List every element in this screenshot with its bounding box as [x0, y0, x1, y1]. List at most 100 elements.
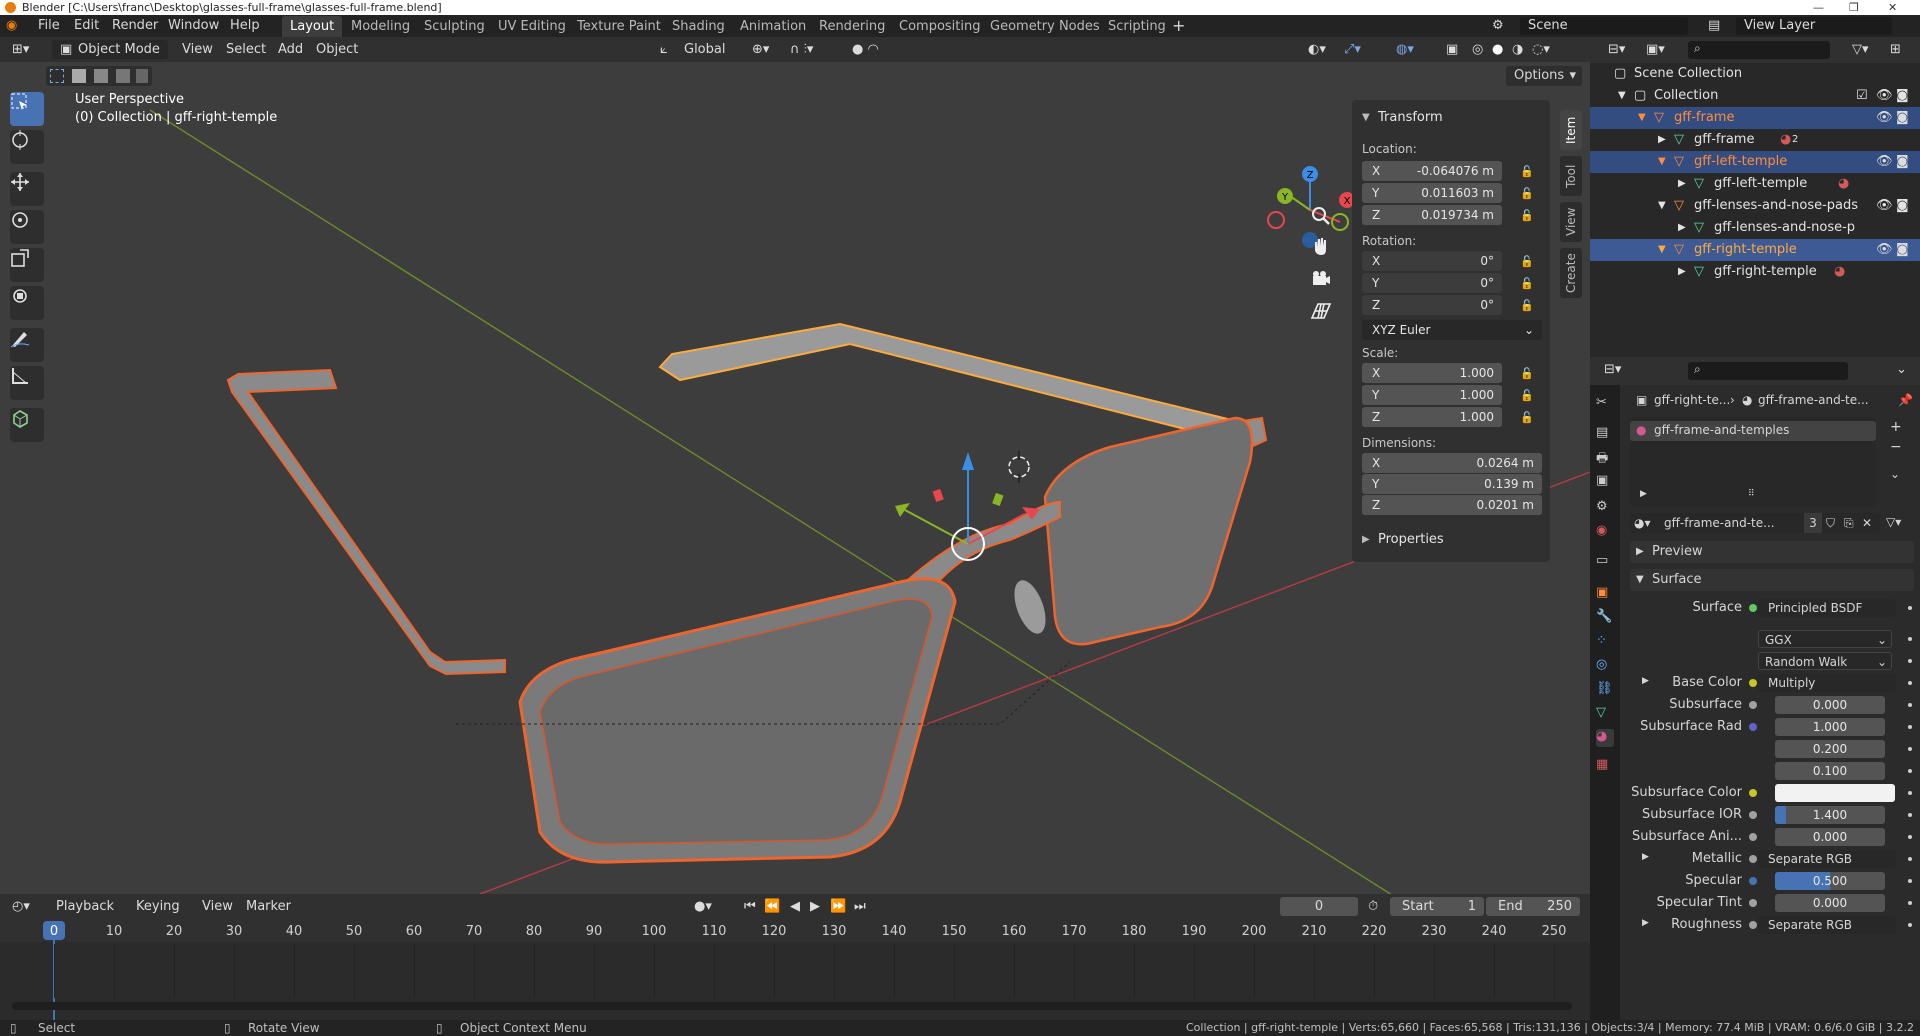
material-slot-item[interactable]: ● gff-frame-and-temples: [1630, 421, 1876, 441]
fake-user-icon[interactable]: ⛉: [1826, 513, 1835, 533]
scale-x-field[interactable]: X 1.000: [1362, 363, 1502, 383]
chevron-down-icon[interactable]: ▼: [1618, 85, 1626, 107]
dropdown[interactable]: Random Walk ⌄: [1758, 652, 1892, 670]
pin-icon[interactable]: 📌: [1898, 387, 1913, 413]
jump-keyframe-forward-icon[interactable]: ⏩: [830, 897, 846, 916]
output-tab-icon[interactable]: 🖶: [1596, 449, 1614, 467]
keyframe-dot-icon[interactable]: [1908, 659, 1912, 663]
rotation-z-field[interactable]: Z 0°: [1362, 295, 1502, 315]
camera-view-icon[interactable]: [1308, 266, 1334, 292]
jump-keyframe-back-icon[interactable]: ⏪: [764, 897, 780, 916]
number-field[interactable]: 1.400: [1775, 806, 1885, 824]
properties-panel-title[interactable]: Properties: [1378, 532, 1444, 547]
pivot-icon[interactable]: ⊕▾: [752, 40, 769, 59]
scene-tab-icon[interactable]: ⚙: [1596, 499, 1614, 517]
jump-start-icon[interactable]: ⏮: [744, 897, 756, 916]
play-reverse-icon[interactable]: ◀: [790, 897, 800, 916]
record-icon[interactable]: ●▾: [694, 897, 712, 916]
camera-icon[interactable]: ◙: [1896, 239, 1909, 261]
keyframe-dot-icon[interactable]: [1908, 857, 1912, 861]
select-extend-icon[interactable]: [72, 69, 86, 83]
location-z-field[interactable]: Z 0.019734 m: [1362, 205, 1502, 225]
node-link-field[interactable]: Multiply: [1758, 674, 1896, 692]
mode-dropdown[interactable]: ▣ Object Mode: [52, 40, 168, 59]
outliner-row-object[interactable]: ▼ ▽ gff-lenses-and-nose-pads 👁 ◙: [1590, 195, 1920, 217]
new-collection-icon[interactable]: ⊞: [1890, 40, 1901, 59]
measure-tool[interactable]: [10, 366, 44, 400]
orthographic-grid-icon[interactable]: [1308, 298, 1334, 324]
tab-sculpting[interactable]: Sculpting: [416, 16, 493, 37]
tab-geometry-nodes[interactable]: Geometry Nodes: [982, 16, 1108, 37]
keyframe-dot-icon[interactable]: [1908, 879, 1912, 883]
keyframe-dot-icon[interactable]: [1908, 725, 1912, 729]
socket-icon[interactable]: [1749, 899, 1757, 907]
eye-icon[interactable]: 👁: [1876, 151, 1893, 173]
chevron-down-icon[interactable]: ⌄: [1890, 467, 1900, 481]
particles-tab-icon[interactable]: ⁘: [1596, 633, 1614, 651]
socket-icon[interactable]: [1749, 701, 1757, 709]
scene-selector[interactable]: Scene: [1520, 17, 1688, 35]
select-new-icon[interactable]: [50, 69, 64, 83]
node-link-field[interactable]: Separate RGB: [1758, 850, 1896, 868]
select-invert-icon[interactable]: [116, 69, 130, 83]
chevron-right-icon[interactable]: ▶: [1642, 676, 1649, 686]
keyframe-dot-icon[interactable]: [1908, 747, 1912, 751]
outliner-search-input[interactable]: ⌕: [1688, 41, 1830, 59]
tab-animation[interactable]: Animation: [732, 16, 814, 37]
close-icon[interactable]: ✕: [1888, 0, 1897, 15]
surface-panel-header[interactable]: ▼ Surface: [1630, 569, 1914, 591]
solid-shading-icon[interactable]: ●: [1492, 40, 1503, 59]
scene-icon[interactable]: ⚙: [1492, 15, 1504, 37]
visibility-icon[interactable]: ◐▾: [1308, 40, 1326, 59]
number-field[interactable]: 0.000: [1775, 828, 1885, 846]
select-box-tool[interactable]: [10, 92, 44, 126]
timeline-scrollbar[interactable]: [12, 1002, 1572, 1010]
object-tab-icon[interactable]: ▣: [1596, 585, 1614, 603]
move-tool[interactable]: [10, 172, 44, 206]
keyframe-dot-icon[interactable]: [1908, 901, 1912, 905]
orientation-icon[interactable]: ⟀: [660, 40, 668, 59]
outliner-row-mesh[interactable]: ▶ ▽ gff-lenses-and-nose-p: [1590, 217, 1920, 239]
dimensions-x-field[interactable]: X 0.0264 m: [1362, 453, 1542, 473]
zoom-icon[interactable]: [1308, 203, 1334, 229]
render-tab-icon[interactable]: ▤: [1596, 425, 1614, 443]
keyframe-dot-icon[interactable]: [1908, 681, 1912, 685]
camera-icon[interactable]: ◙: [1896, 85, 1909, 107]
camera-icon[interactable]: ◙: [1896, 151, 1909, 173]
blender-menu-icon[interactable]: ◉: [6, 15, 17, 37]
tool-tab-icon[interactable]: ✂: [1596, 395, 1614, 413]
lock-icon[interactable]: 🔓: [1520, 411, 1534, 424]
world-tab-icon[interactable]: ◉: [1596, 523, 1614, 541]
transform-tool[interactable]: [10, 286, 44, 320]
socket-icon[interactable]: [1749, 877, 1757, 885]
lock-icon[interactable]: 🔓: [1520, 367, 1534, 380]
display-mode-icon[interactable]: ▣▾: [1646, 40, 1665, 59]
tab-rendering[interactable]: Rendering: [811, 16, 893, 37]
cursor-tool[interactable]: [10, 130, 44, 164]
socket-icon[interactable]: [1749, 921, 1757, 929]
outliner-row-collection[interactable]: ▼ ▢ Collection ☑ 👁 ◙: [1590, 85, 1920, 107]
data-tab-icon[interactable]: ▽: [1596, 705, 1614, 723]
number-field[interactable]: 0.200: [1775, 740, 1885, 758]
keyframe-dot-icon[interactable]: [1908, 703, 1912, 707]
pan-hand-icon[interactable]: [1308, 234, 1334, 260]
menu-select[interactable]: Select: [226, 40, 266, 59]
number-field[interactable]: 1.000: [1775, 718, 1885, 736]
rotation-x-field[interactable]: X 0°: [1362, 251, 1502, 271]
selection-mode-buttons[interactable]: [46, 66, 152, 86]
rotation-y-field[interactable]: Y 0°: [1362, 273, 1502, 293]
keyframe-dot-icon[interactable]: [1908, 606, 1912, 610]
remove-slot-icon[interactable]: −: [1890, 439, 1902, 455]
modifier-tab-icon[interactable]: 🔧: [1596, 609, 1614, 627]
material-shading-icon[interactable]: ◑: [1512, 40, 1523, 59]
select-intersect-icon[interactable]: [136, 69, 148, 83]
view-layer-selector[interactable]: View Layer: [1736, 17, 1892, 35]
collection-tab-icon[interactable]: ▭: [1596, 553, 1614, 571]
outliner-row-object[interactable]: ▼ ▽ gff-left-temple 👁 ◙: [1590, 151, 1920, 173]
tab-shading[interactable]: Shading: [664, 16, 733, 37]
chevron-down-icon[interactable]: ⌄: [1896, 360, 1907, 379]
outliner-row-mesh[interactable]: ▶ ▽ gff-left-temple ◕: [1590, 173, 1920, 195]
socket-icon[interactable]: [1749, 604, 1757, 612]
options-button[interactable]: Options ▾: [1506, 66, 1582, 86]
preview-panel-header[interactable]: ▶ Preview: [1630, 541, 1914, 563]
